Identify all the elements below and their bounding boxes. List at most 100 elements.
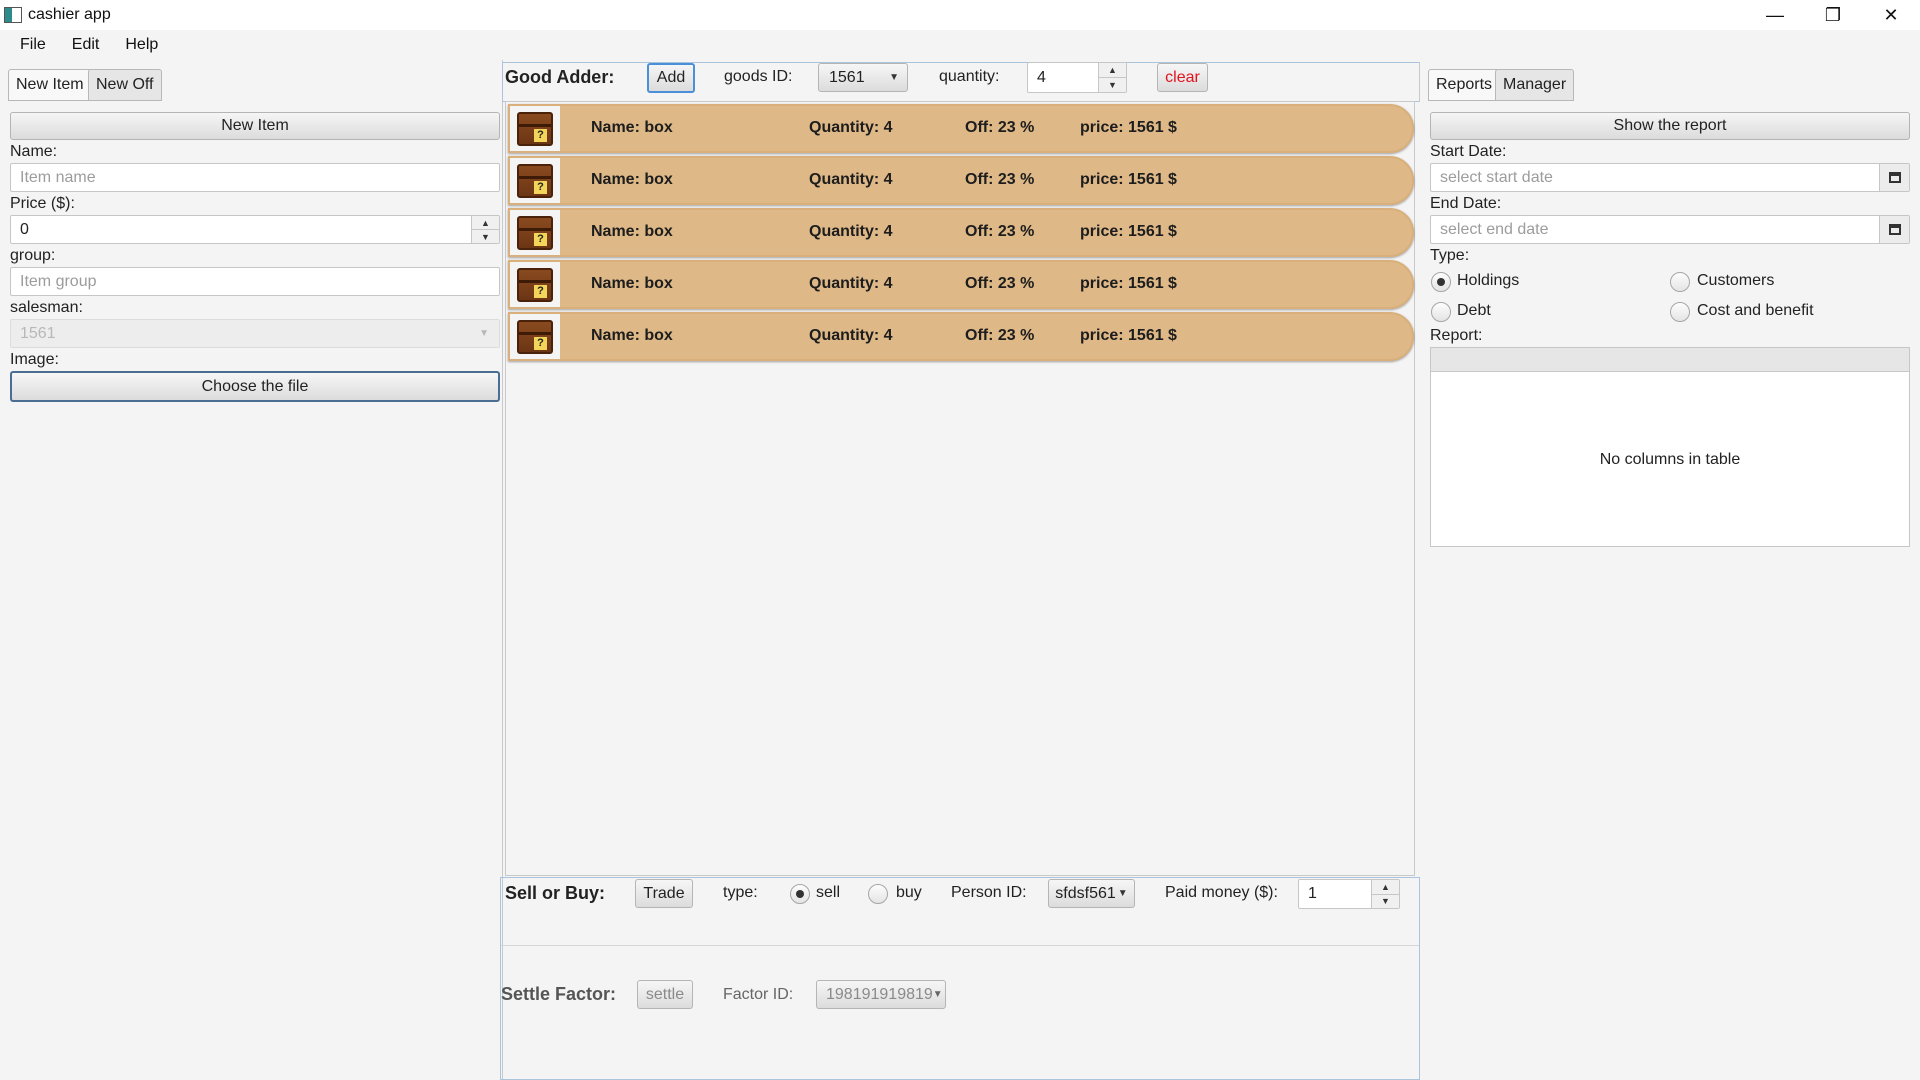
maximize-icon[interactable]: ❐ (1804, 0, 1862, 30)
image-label: Image: (10, 351, 59, 368)
quantity-stepper[interactable]: 4 ▲ ▼ (1027, 62, 1127, 93)
tab-reports[interactable]: Reports (1428, 69, 1501, 101)
paid-increment-icon[interactable]: ▲ (1372, 880, 1399, 894)
paid-money-label: Paid money ($): (1165, 884, 1278, 901)
chevron-down-icon: ▼ (932, 989, 943, 1000)
buy-label: buy (896, 884, 922, 901)
price-decrement-icon[interactable]: ▼ (472, 229, 499, 243)
tab-new-item[interactable]: New Item (8, 69, 92, 101)
trade-button[interactable]: Trade (635, 879, 693, 908)
add-button[interactable]: Add (647, 63, 695, 93)
list-item[interactable]: ? Name: box Quantity: 4 Off: 23 % price:… (508, 156, 1414, 205)
mystery-crate-icon: ? (510, 210, 560, 255)
customers-label: Customers (1697, 272, 1775, 289)
list-item[interactable]: ? Name: box Quantity: 4 Off: 23 % price:… (508, 208, 1414, 257)
clear-button[interactable]: clear (1157, 63, 1208, 92)
person-id-select[interactable]: sfdsf561 ▼ (1048, 879, 1135, 908)
price-value: 0 (20, 220, 29, 238)
customers-radio[interactable] (1670, 272, 1690, 292)
menu-edit[interactable]: Edit (59, 36, 113, 54)
group-label: group: (10, 247, 56, 264)
sell-label: sell (816, 884, 841, 901)
trade-divider (501, 945, 1419, 946)
salesman-select[interactable]: 1561 ▼ (10, 319, 500, 348)
calendar-icon[interactable] (1879, 216, 1909, 243)
mystery-crate-icon: ? (510, 314, 560, 359)
chevron-down-icon: ▼ (479, 328, 489, 339)
title-bar: cashier app — ❐ ✕ (0, 0, 1920, 30)
quantity-spinner-buttons: ▲ ▼ (1098, 63, 1126, 92)
paid-money-stepper[interactable]: 1 ▲ ▼ (1298, 879, 1400, 909)
end-date-picker[interactable]: select end date (1430, 215, 1910, 244)
left-panel (0, 60, 503, 1080)
settle-button[interactable]: settle (637, 980, 693, 1009)
menu-help[interactable]: Help (112, 36, 171, 54)
item-off: Off: 23 % (965, 223, 1035, 240)
goods-id-value: 1561 (829, 68, 865, 86)
item-off: Off: 23 % (965, 275, 1035, 292)
quantity-label: quantity: (939, 68, 1000, 85)
item-group-field[interactable]: Item group (10, 267, 500, 296)
show-report-button[interactable]: Show the report (1430, 112, 1910, 140)
factor-id-select[interactable]: 198191919819 ▼ (816, 980, 946, 1009)
choose-file-button[interactable]: Choose the file (10, 371, 500, 402)
tab-new-off[interactable]: New Off (88, 69, 162, 101)
price-increment-icon[interactable]: ▲ (472, 216, 499, 229)
mystery-crate-icon: ? (510, 106, 560, 151)
end-date-placeholder: select end date (1440, 220, 1549, 238)
quantity-decrement-icon[interactable]: ▼ (1099, 77, 1126, 92)
start-date-placeholder: select start date (1440, 168, 1553, 186)
cost-and-benefit-radio[interactable] (1670, 302, 1690, 322)
calendar-icon[interactable] (1879, 164, 1909, 191)
tab-manager[interactable]: Manager (1495, 69, 1575, 101)
item-quantity: Quantity: 4 (809, 119, 893, 136)
item-name-field[interactable]: Item name (10, 163, 500, 192)
menu-file[interactable]: File (0, 36, 59, 54)
paid-money-value: 1 (1308, 885, 1317, 902)
item-off: Off: 23 % (965, 327, 1035, 344)
minimize-icon[interactable]: — (1746, 0, 1804, 30)
mystery-crate-icon: ? (510, 158, 560, 203)
cost-and-benefit-label: Cost and benefit (1697, 302, 1814, 319)
quantity-increment-icon[interactable]: ▲ (1099, 63, 1126, 77)
right-panel (1420, 60, 1920, 1080)
report-type-label: Type: (1430, 247, 1470, 264)
menu-bar: File Edit Help (0, 30, 1920, 60)
start-date-picker[interactable]: select start date (1430, 163, 1910, 192)
item-price: price: 1561 $ (1080, 223, 1177, 240)
close-icon[interactable]: ✕ (1862, 0, 1920, 30)
goods-id-select[interactable]: 1561 ▼ (818, 63, 908, 92)
settle-factor-title: Settle Factor: (501, 984, 617, 1004)
holdings-radio[interactable] (1431, 272, 1451, 292)
buy-radio[interactable] (868, 884, 888, 904)
item-quantity: Quantity: 4 (809, 223, 893, 240)
name-label: Name: (10, 143, 58, 160)
item-quantity: Quantity: 4 (809, 275, 893, 292)
report-label: Report: (1430, 327, 1483, 344)
new-item-button[interactable]: New Item (10, 112, 500, 140)
good-adder-title: Good Adder: (505, 67, 615, 87)
paid-decrement-icon[interactable]: ▼ (1372, 893, 1399, 909)
item-group-placeholder: Item group (20, 272, 97, 290)
quantity-value: 4 (1037, 68, 1046, 86)
item-name: Name: box (591, 171, 673, 188)
chevron-down-icon: ▼ (889, 72, 899, 83)
item-name-placeholder: Item name (20, 168, 96, 186)
item-name: Name: box (591, 327, 673, 344)
person-id-label: Person ID: (951, 884, 1027, 901)
item-name: Name: box (591, 119, 673, 136)
salesman-value: 1561 (20, 324, 56, 342)
item-name: Name: box (591, 223, 673, 240)
sell-radio[interactable] (790, 884, 810, 904)
debt-radio[interactable] (1431, 302, 1451, 322)
sell-or-buy-title: Sell or Buy: (505, 883, 606, 903)
report-table-empty-text: No columns in table (1599, 451, 1741, 468)
list-item[interactable]: ? Name: box Quantity: 4 Off: 23 % price:… (508, 312, 1414, 361)
list-item[interactable]: ? Name: box Quantity: 4 Off: 23 % price:… (508, 104, 1414, 153)
list-item[interactable]: ? Name: box Quantity: 4 Off: 23 % price:… (508, 260, 1414, 309)
item-price: price: 1561 $ (1080, 119, 1177, 136)
report-table[interactable]: No columns in table (1430, 347, 1910, 547)
debt-label: Debt (1457, 302, 1491, 319)
paid-spinner-buttons: ▲ ▼ (1371, 880, 1399, 908)
price-spinner[interactable]: 0 ▲ ▼ (10, 215, 500, 244)
